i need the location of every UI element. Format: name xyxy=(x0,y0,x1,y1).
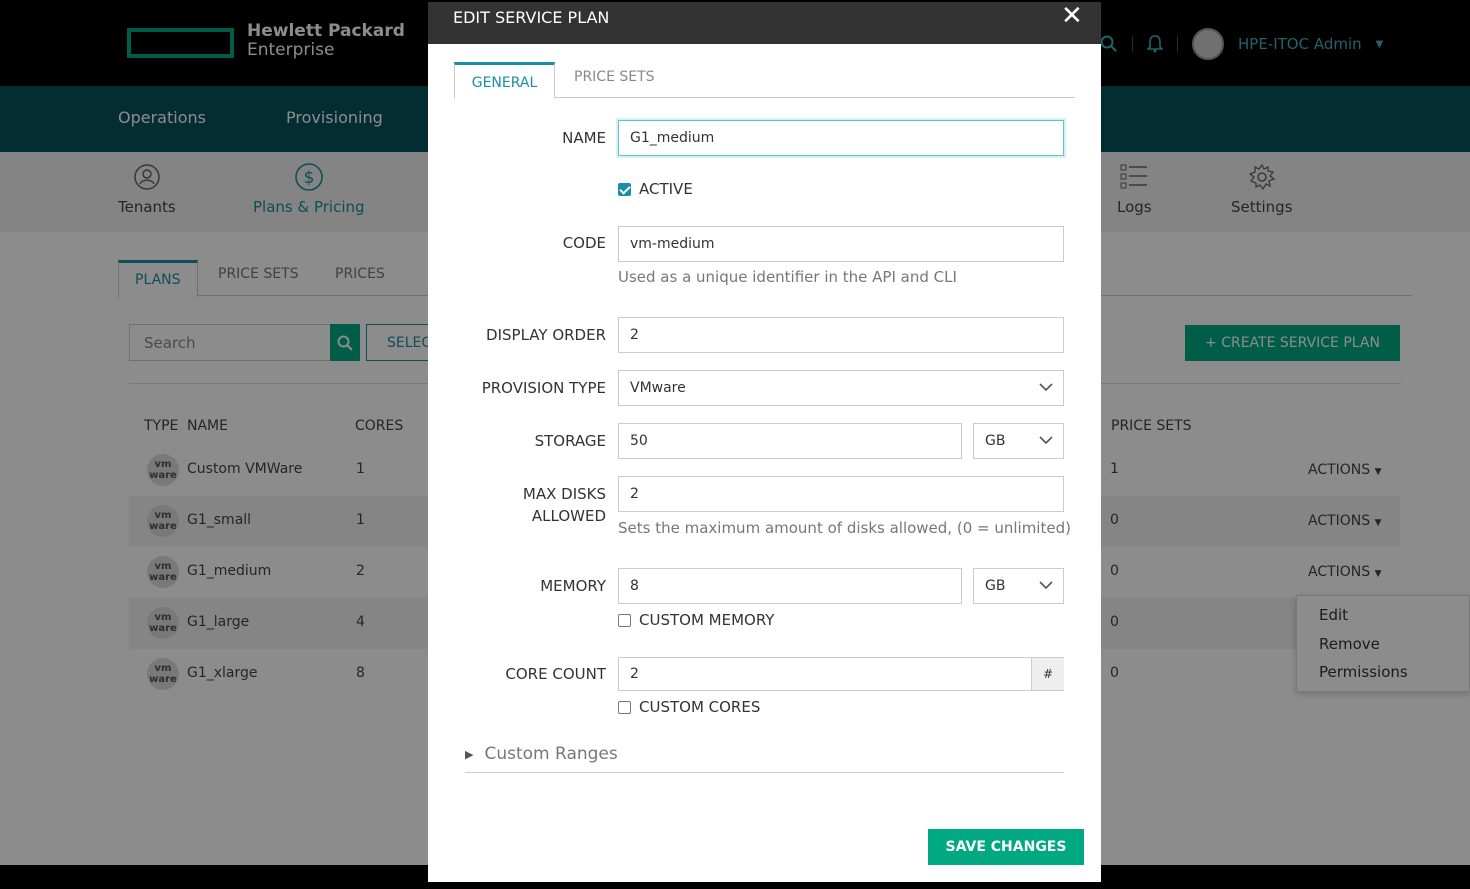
custom-cores-checkbox[interactable]: CUSTOM CORES xyxy=(618,698,760,716)
custom-memory-label: CUSTOM MEMORY xyxy=(639,611,775,629)
memory-unit-select[interactable]: GB xyxy=(973,568,1064,604)
display-order-input[interactable]: 2 xyxy=(618,317,1064,353)
storage-input[interactable]: 50 xyxy=(618,423,962,459)
max-disks-help-text: Sets the maximum amount of disks allowed… xyxy=(618,519,1071,537)
provision-type-label: PROVISION TYPE xyxy=(481,379,606,397)
code-label: CODE xyxy=(562,234,606,252)
storage-unit-select[interactable]: GB xyxy=(973,423,1064,459)
custom-ranges-toggle[interactable]: ▶ Custom Ranges xyxy=(465,744,618,764)
edit-service-plan-dialog: EDIT SERVICE PLAN ✕ GENERAL PRICE SETS N… xyxy=(428,2,1101,882)
core-count-input[interactable]: 2 # xyxy=(618,657,1064,691)
provision-type-select[interactable]: VMware xyxy=(618,370,1064,406)
active-checkbox[interactable]: ACTIVE xyxy=(618,180,693,198)
memory-input[interactable]: 8 xyxy=(618,568,962,604)
core-count-value: 2 xyxy=(630,666,639,682)
custom-cores-label: CUSTOM CORES xyxy=(639,698,761,716)
code-help-text: Used as a unique identifier in the API a… xyxy=(618,268,957,286)
close-icon[interactable]: ✕ xyxy=(1061,3,1083,29)
dialog-header: EDIT SERVICE PLAN ✕ xyxy=(428,2,1101,44)
storage-label: STORAGE xyxy=(534,432,606,450)
save-changes-button[interactable]: SAVE CHANGES xyxy=(928,829,1084,865)
dialog-title: EDIT SERVICE PLAN xyxy=(453,8,610,27)
custom-memory-checkbox[interactable]: CUSTOM MEMORY xyxy=(618,611,774,629)
tab-price-sets[interactable]: PRICE SETS xyxy=(574,69,655,85)
chevron-down-icon xyxy=(1039,581,1053,590)
dialog-tabs: GENERAL PRICE SETS xyxy=(454,60,1075,99)
divider xyxy=(465,772,1064,773)
custom-ranges-label: Custom Ranges xyxy=(484,744,618,764)
max-disks-label-line-1: MAX DISKS xyxy=(522,485,606,503)
checkbox-unchecked-icon xyxy=(618,700,631,714)
caret-right-icon: ▶ xyxy=(465,747,474,761)
core-count-label: CORE COUNT xyxy=(505,665,606,683)
provision-type-value: VMware xyxy=(630,380,686,396)
chevron-down-icon xyxy=(1039,383,1053,392)
memory-label: MEMORY xyxy=(540,577,606,595)
name-input[interactable]: G1_medium xyxy=(618,120,1064,156)
tab-general[interactable]: GENERAL xyxy=(454,62,555,99)
max-disks-input[interactable]: 2 xyxy=(618,476,1064,512)
chevron-down-icon xyxy=(1039,436,1053,445)
name-label: NAME xyxy=(562,129,606,147)
memory-unit-value: GB xyxy=(985,578,1006,594)
max-disks-label: MAX DISKS ALLOWED xyxy=(436,483,606,527)
hash-icon: # xyxy=(1031,658,1064,690)
checkbox-checked-icon xyxy=(618,182,631,196)
display-order-label: DISPLAY ORDER xyxy=(486,326,606,344)
storage-unit-value: GB xyxy=(985,433,1006,449)
checkbox-unchecked-icon xyxy=(618,613,631,627)
max-disks-label-line-2: ALLOWED xyxy=(531,507,606,525)
code-input[interactable]: vm-medium xyxy=(618,226,1064,262)
active-label: ACTIVE xyxy=(639,180,693,198)
